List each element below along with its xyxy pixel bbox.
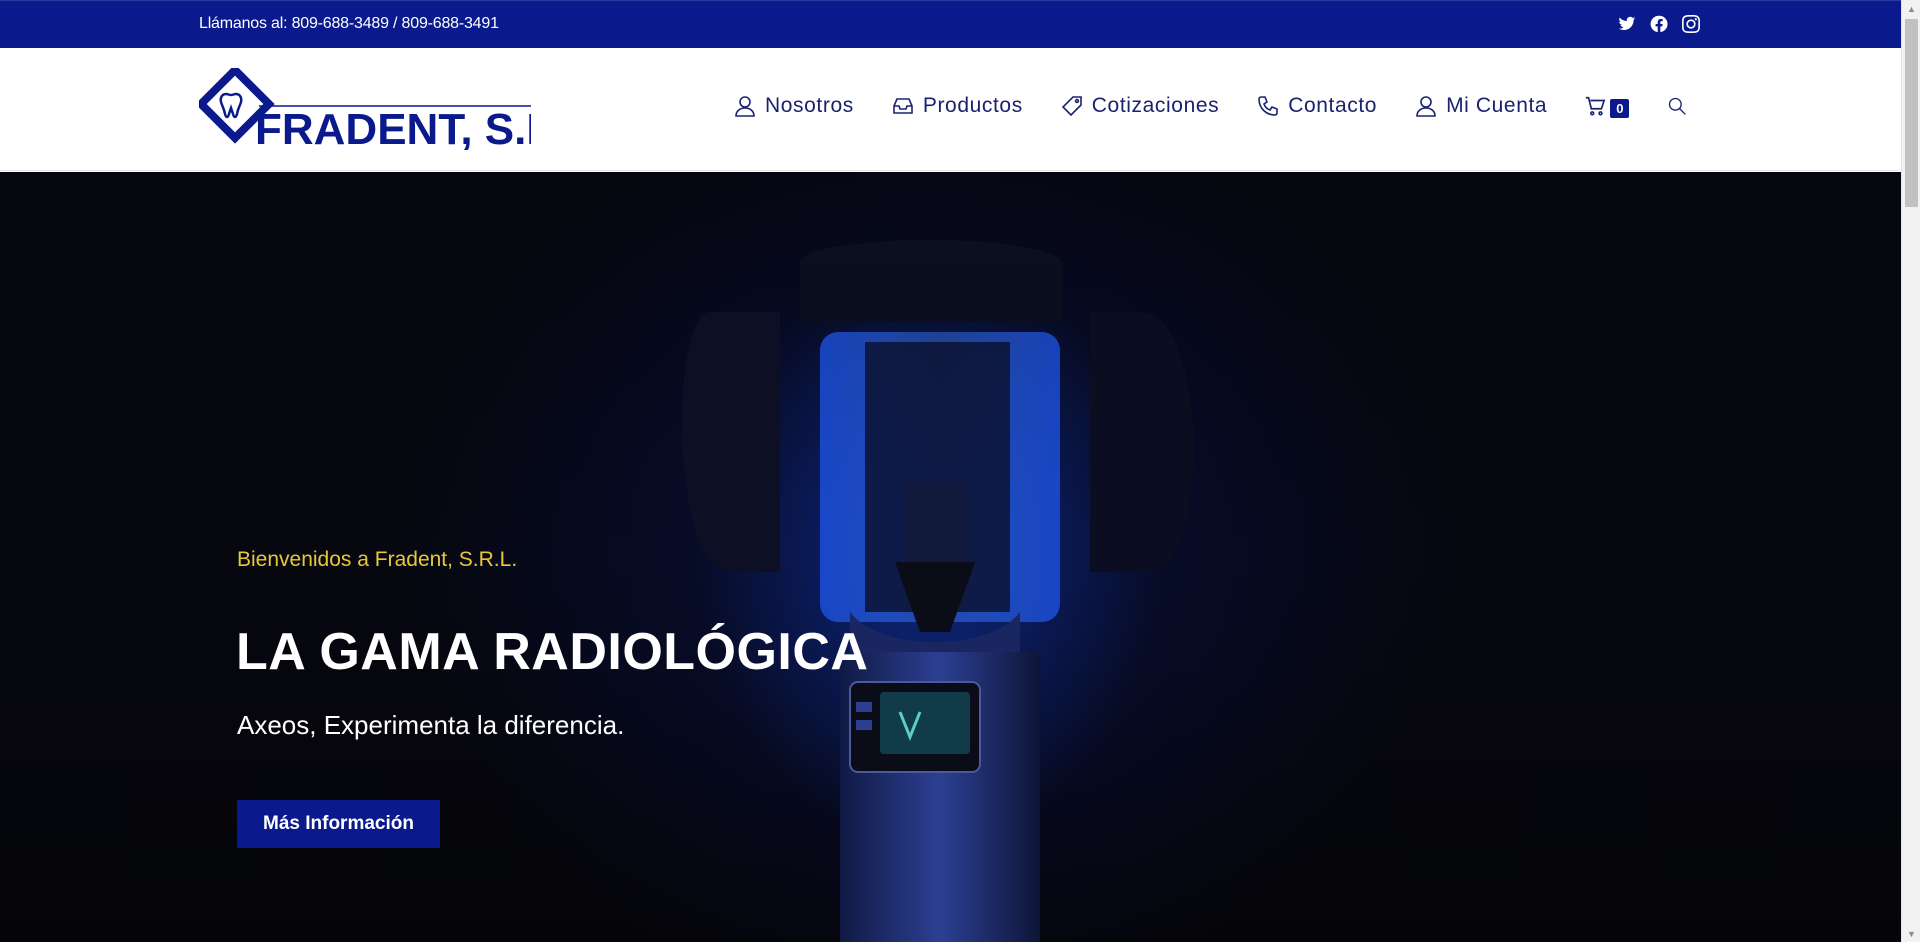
inbox-icon <box>893 98 913 114</box>
tag-icon <box>1061 96 1082 117</box>
nav-item-cotizaciones[interactable]: Cotizaciones <box>1060 94 1219 118</box>
nav-item-productos[interactable]: Productos <box>891 94 1023 118</box>
search-button[interactable] <box>1667 96 1687 116</box>
nav-label: Cotizaciones <box>1091 94 1220 117</box>
nav-label: Contacto <box>1288 94 1378 117</box>
xray-device-image <box>682 240 1194 942</box>
user-icon <box>1416 96 1436 117</box>
hero-headline: LA GAMA RADIOLÓGICA <box>236 623 869 681</box>
social-links <box>1617 14 1701 34</box>
logo-text: FRADENT, S.R.L. <box>255 105 531 150</box>
main-nav: Nosotros Productos Cotizaciones Contacto… <box>733 94 1687 118</box>
more-info-button[interactable]: Más Información <box>237 800 440 848</box>
scrollbar-thumb[interactable] <box>1905 19 1918 207</box>
page-scrollbar[interactable]: ▲ ▼ <box>1901 0 1920 942</box>
fradent-logo[interactable]: FRADENT, S.R.L. <box>195 64 609 154</box>
cart-icon <box>1586 96 1606 116</box>
nav-label: Mi Cuenta <box>1446 94 1548 117</box>
hero-subtitle: Axeos, Experimenta la diferencia. <box>237 710 625 740</box>
instagram-icon[interactable] <box>1681 14 1701 34</box>
facebook-icon[interactable] <box>1649 14 1669 34</box>
user-icon <box>735 96 755 117</box>
hero-slider: Bienvenidos a Fradent, S.R.L. LA GAMA RA… <box>0 172 1901 942</box>
phone-icon <box>1258 96 1279 116</box>
cart-button[interactable]: 0 <box>1584 95 1630 118</box>
nav-item-mi-cuenta[interactable]: Mi Cuenta <box>1414 94 1547 118</box>
phone-numbers: Llámanos al: 809-688-3489 / 809-688-3491 <box>199 15 499 32</box>
search-icon <box>1669 97 1687 115</box>
scroll-up-arrow[interactable]: ▲ <box>1902 0 1920 17</box>
cart-count-badge: 0 <box>1610 98 1630 118</box>
page: Llámanos al: 809-688-3489 / 809-688-3491 <box>0 0 1901 942</box>
main-header: FRADENT, S.R.L. Nosotros Productos Cotiz… <box>0 48 1901 171</box>
top-bar: Llámanos al: 809-688-3489 / 809-688-3491 <box>0 0 1901 48</box>
nav-item-nosotros[interactable]: Nosotros <box>733 94 854 118</box>
twitter-icon[interactable] <box>1617 14 1637 34</box>
nav-item-contacto[interactable]: Contacto <box>1256 94 1377 118</box>
nav-label: Productos <box>922 94 1023 117</box>
nav-label: Nosotros <box>765 94 854 117</box>
hero-welcome: Bienvenidos a Fradent, S.R.L. <box>237 548 518 571</box>
scroll-down-arrow[interactable]: ▼ <box>1902 925 1920 942</box>
